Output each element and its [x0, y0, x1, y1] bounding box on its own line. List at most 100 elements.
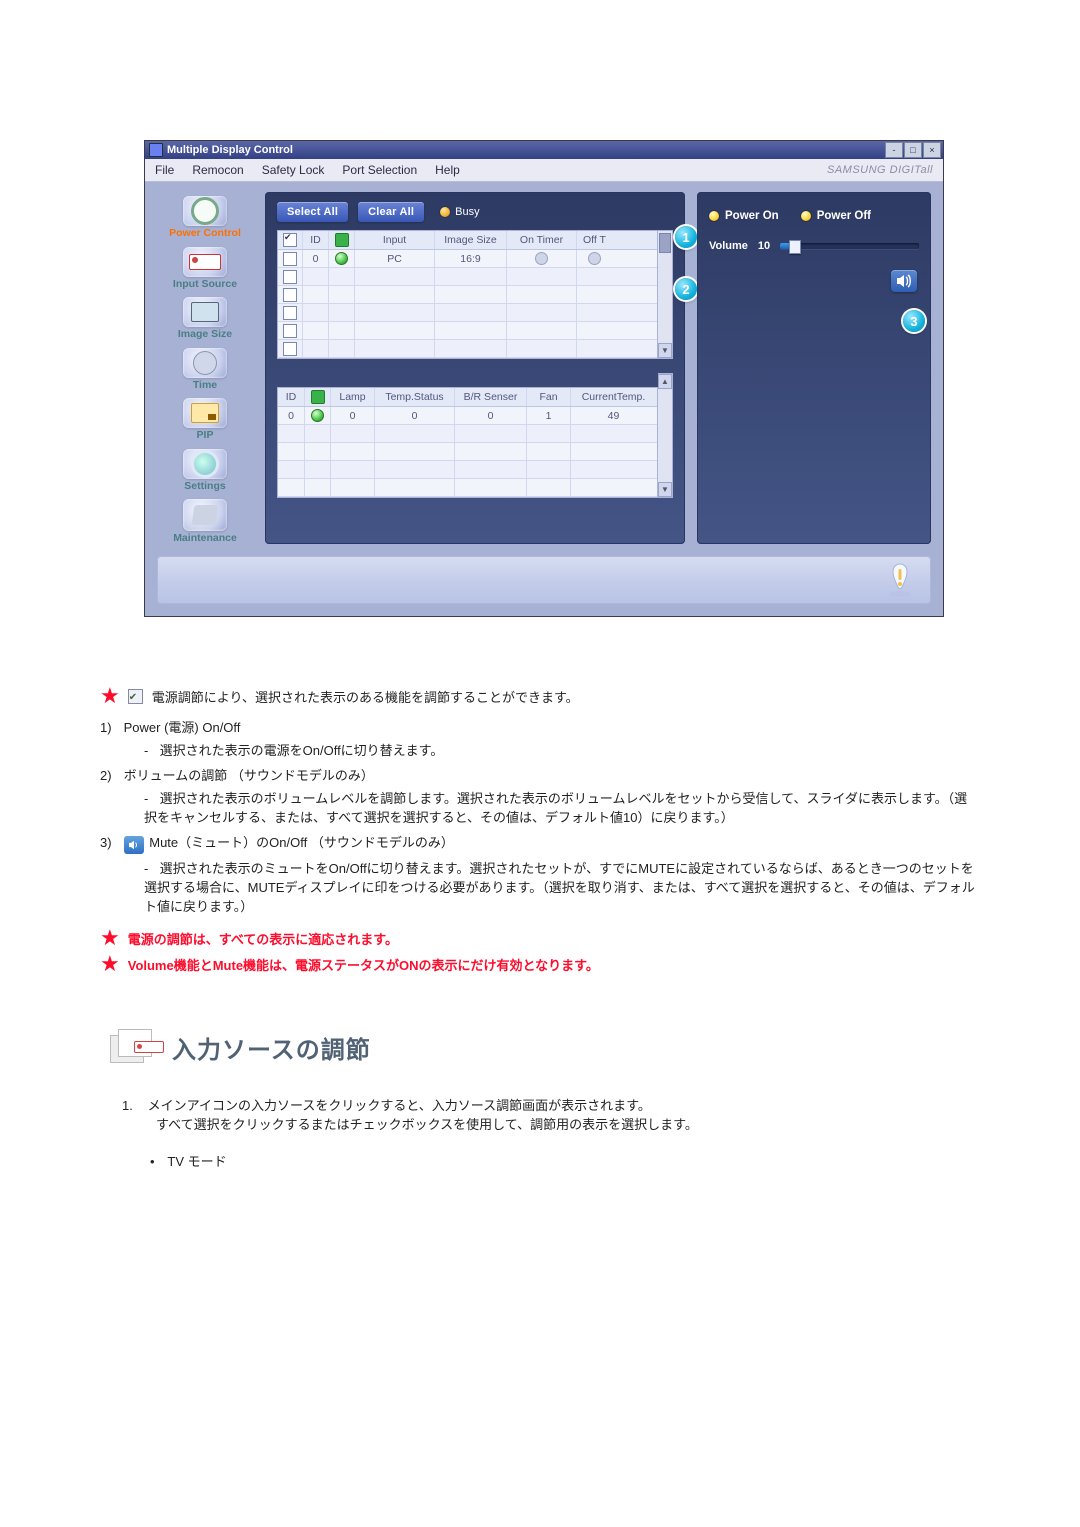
- cell-lamp: 0: [330, 407, 374, 424]
- sub-text: 選択された表示のミュートをOn/Offに切り替えます。選択されたセットが、すでに…: [144, 861, 975, 914]
- ordered-item-1: 1. メインアイコンの入力ソースをクリックすると、入力ソース調節画面が表示されま…: [122, 1095, 980, 1133]
- doc-section: ★ 電源調節により、選択された表示のある機能を調節することができます。 1) P…: [100, 687, 980, 1170]
- maximize-button[interactable]: □: [904, 142, 922, 158]
- sidebar-item-label: Settings: [184, 481, 225, 492]
- brand-label: SAMSUNG DIGITall: [827, 164, 933, 176]
- power-off-label: Power Off: [817, 210, 871, 222]
- settings-icon: [194, 453, 216, 475]
- app-icon: [149, 143, 163, 157]
- select-all-button[interactable]: Select All: [277, 202, 348, 222]
- bullet-icon: •: [150, 1154, 164, 1169]
- power-icon: [191, 197, 219, 225]
- scroll-down-icon[interactable]: ▼: [658, 482, 672, 497]
- star-icon: ★: [100, 927, 120, 949]
- sidebar-item-label: Input Source: [173, 279, 237, 290]
- clear-all-button[interactable]: Clear All: [358, 202, 424, 222]
- status-dot-icon: [335, 252, 348, 265]
- busy-indicator: Busy: [440, 206, 479, 218]
- sidebar-item-time[interactable]: Time: [183, 348, 227, 391]
- menu-safety-lock[interactable]: Safety Lock: [262, 163, 325, 177]
- grid-scrollbar[interactable]: ▲ ▼: [658, 373, 673, 498]
- cell-br-senser: 0: [454, 407, 526, 424]
- col-off-t: Off T: [576, 231, 612, 249]
- table-row: [278, 479, 657, 497]
- pip-icon: [191, 403, 219, 423]
- menu-port-selection[interactable]: Port Selection: [342, 163, 417, 177]
- sidebar-item-power-control[interactable]: Power Control: [169, 196, 241, 239]
- table-row: [278, 268, 657, 286]
- status-grid: ID Lamp Temp.Status B/R Senser Fan Curre…: [277, 387, 658, 498]
- item-number: 1.: [122, 1098, 144, 1113]
- volume-knob[interactable]: [789, 240, 801, 254]
- col-id: ID: [302, 231, 328, 249]
- volume-slider[interactable]: [780, 243, 919, 249]
- callout-1: 1: [675, 226, 697, 248]
- power-on-button[interactable]: Power On: [709, 210, 779, 222]
- volume-value: 10: [758, 240, 770, 252]
- grid-scrollbar[interactable]: ▼: [658, 230, 673, 359]
- callout-2: 2: [675, 278, 697, 300]
- close-button[interactable]: ×: [923, 142, 941, 158]
- red-note-text: 電源の調節は、すべての表示に適応されます。: [128, 929, 398, 951]
- table-row: [278, 304, 657, 322]
- row-checkbox[interactable]: [283, 342, 297, 356]
- row-checkbox[interactable]: [283, 270, 297, 284]
- status-grid-wrap: ID Lamp Temp.Status B/R Senser Fan Curre…: [277, 373, 673, 498]
- table-row[interactable]: 0 PC 16:9: [278, 250, 657, 268]
- table-header: ID Input Image Size On Timer Off T: [278, 231, 657, 250]
- sub-item: - 選択された表示の電源をOn/Offに切り替えます。: [144, 740, 980, 759]
- cell-id: 0: [302, 250, 328, 267]
- mute-button[interactable]: [891, 270, 917, 292]
- input-source-heading-icon: [110, 1029, 156, 1067]
- menu-help[interactable]: Help: [435, 163, 460, 177]
- menu-remocon[interactable]: Remocon: [192, 163, 243, 177]
- row-checkbox[interactable]: [283, 306, 297, 320]
- cell-fan: 1: [526, 407, 570, 424]
- busy-led-icon: [440, 207, 450, 217]
- sub-text: 選択された表示のボリュームレベルを調節します。選択された表示のボリュームレベルを…: [144, 791, 967, 825]
- sidebar-item-pip[interactable]: PIP: [183, 398, 227, 441]
- table-row: [278, 340, 657, 358]
- speaker-icon: [896, 274, 912, 288]
- power-off-led-icon: [801, 211, 811, 221]
- sub-item: - 選択された表示のボリュームレベルを調節します。選択された表示のボリュームレベ…: [144, 788, 980, 826]
- table-row[interactable]: 0 0 0 0 1 49: [278, 407, 657, 425]
- sidebar-item-maintenance[interactable]: Maintenance: [173, 499, 237, 544]
- input-source-icon: [189, 254, 221, 270]
- item-title: Mute（ミュート）のOn/Off （サウンドモデルのみ）: [149, 835, 454, 850]
- scroll-down-icon[interactable]: ▼: [658, 343, 672, 358]
- col-cur-temp: CurrentTemp.: [570, 388, 656, 406]
- sidebar-item-settings[interactable]: Settings: [183, 449, 227, 492]
- cell-temp-status: 0: [374, 407, 454, 424]
- sidebar: Power Control Input Source Image Size: [157, 192, 253, 544]
- row-checkbox[interactable]: [283, 288, 297, 302]
- section-heading: 入力ソースの調節: [110, 1029, 980, 1067]
- col-temp-status: Temp.Status: [374, 388, 454, 406]
- cell-id: 0: [278, 407, 304, 424]
- row-checkbox[interactable]: [283, 252, 297, 266]
- busy-label: Busy: [455, 206, 479, 218]
- star-icon: ★: [100, 685, 120, 707]
- power-buttons: Power On Power Off: [709, 204, 919, 222]
- menu-file[interactable]: File: [155, 163, 174, 177]
- sidebar-item-input-source[interactable]: Input Source: [173, 247, 237, 290]
- scroll-up-icon[interactable]: ▲: [658, 374, 672, 389]
- on-timer-dot-icon: [535, 252, 548, 265]
- sidebar-item-image-size[interactable]: Image Size: [178, 297, 232, 340]
- header-checkbox[interactable]: [283, 233, 297, 247]
- note-text: 電源調節により、選択された表示のある機能を調節することができます。: [152, 687, 579, 709]
- red-note-line: ★ 電源の調節は、すべての表示に適応されます。: [100, 929, 980, 951]
- power-off-button[interactable]: Power Off: [801, 210, 871, 222]
- minimize-button[interactable]: -: [885, 142, 903, 158]
- row-checkbox[interactable]: [283, 324, 297, 338]
- cell-cur-temp: 49: [570, 407, 656, 424]
- image-size-icon: [191, 302, 219, 322]
- time-icon: [193, 351, 217, 375]
- scrollbar-thumb[interactable]: [659, 233, 671, 253]
- col-lamp: Lamp: [330, 388, 374, 406]
- power-on-label: Power On: [725, 210, 779, 222]
- dash-icon: -: [144, 743, 156, 758]
- col-status-icon: [311, 390, 325, 404]
- sidebar-item-label: Time: [193, 380, 217, 391]
- table-row: [278, 461, 657, 479]
